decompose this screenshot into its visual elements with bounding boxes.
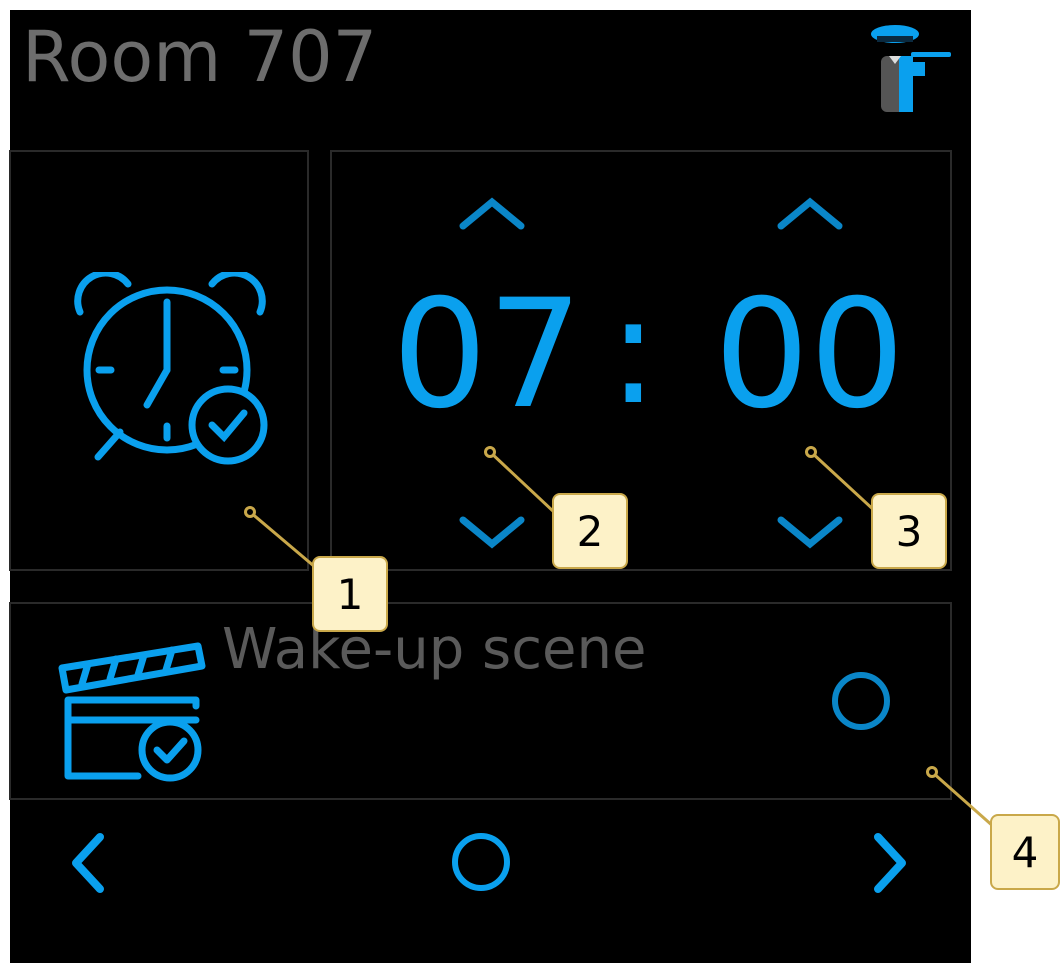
clapperboard-check-icon [58,642,206,782]
callout-marker-3 [805,446,817,458]
callout-marker-2 [484,446,496,458]
home-button[interactable] [452,833,510,891]
hours-value[interactable]: 07 [392,280,583,430]
hours-decrease-button[interactable] [457,512,527,552]
minutes-decrease-button[interactable] [775,512,845,552]
scene-toggle[interactable] [832,672,890,730]
minutes-value[interactable]: 00 [714,280,905,430]
callout-label-4: 4 [990,814,1060,890]
callout-marker-4 [926,766,938,778]
time-separator: : [608,264,659,438]
callout-label-3: 3 [871,493,947,569]
previous-page-button[interactable] [70,831,106,895]
scene-label: Wake-up scene [222,617,647,682]
hours-increase-button[interactable] [457,194,527,234]
next-page-button[interactable] [872,831,908,895]
butler-logo-icon [871,25,951,112]
page-title: Room 707 [22,16,378,98]
minutes-increase-button[interactable] [775,194,845,234]
callout-label-2: 2 [552,493,628,569]
alarm-clock-check-icon [74,272,268,465]
callout-marker-1 [244,506,256,518]
callout-label-1: 1 [312,556,388,632]
